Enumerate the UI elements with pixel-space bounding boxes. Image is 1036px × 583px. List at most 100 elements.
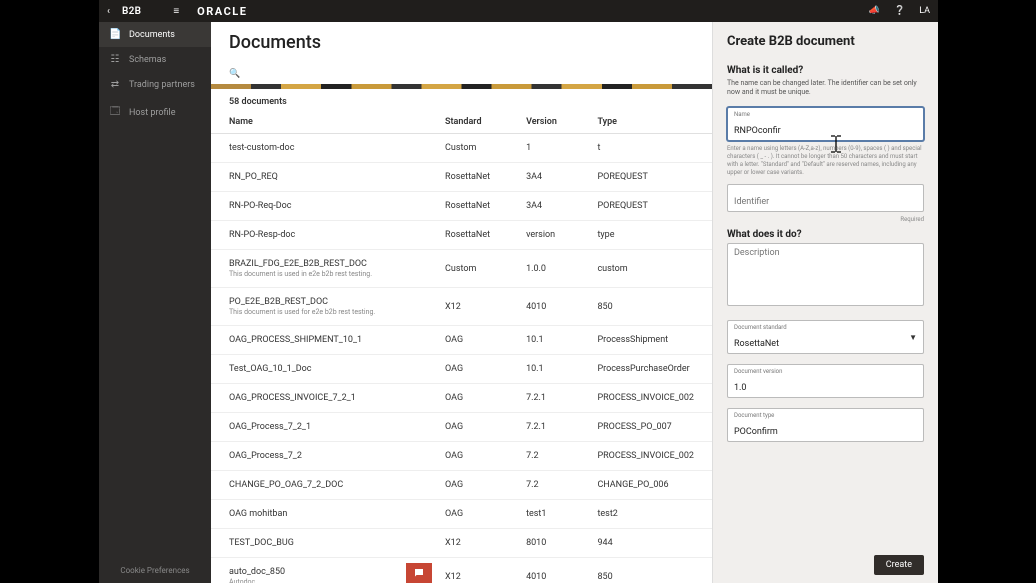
table-row[interactable]: RN-PO-Req-DocRosettaNet3A4POREQUEST: [211, 192, 712, 221]
search-icon[interactable]: 🔍: [229, 69, 240, 79]
std-input[interactable]: [734, 339, 905, 349]
table-cell: OAG: [427, 500, 508, 529]
sidebar-item-schemas[interactable]: ☷Schemas: [99, 47, 211, 72]
ver-label: Document version: [734, 369, 917, 375]
sidebar-label: Host profile: [129, 108, 175, 118]
documents-table: Name Standard Version Type test-custom-d…: [211, 111, 712, 583]
panel-title: Create B2B document: [727, 34, 924, 49]
table-row[interactable]: OAG_PROCESS_SHIPMENT_10_1OAG10.1ProcessS…: [211, 326, 712, 355]
sidebar-label: Trading partners: [129, 80, 195, 90]
table-cell: custom: [579, 250, 712, 288]
back-button[interactable]: ‹: [107, 6, 110, 17]
document-type-field[interactable]: Document type: [727, 408, 924, 442]
sidebar-item-documents[interactable]: 📄Documents: [99, 22, 211, 47]
table-cell: 7.2.1: [508, 384, 579, 413]
table-cell: 3A4: [508, 192, 579, 221]
col-header-name[interactable]: Name: [211, 111, 427, 134]
sidebar-label: Schemas: [129, 55, 166, 65]
table-row[interactable]: PO_E2E_B2B_REST_DOCThis document is used…: [211, 288, 712, 326]
table-row[interactable]: CHANGE_PO_OAG_7_2_DOCOAG7.2CHANGE_PO_006: [211, 471, 712, 500]
document-standard-field[interactable]: Document standard ▼: [727, 320, 924, 354]
table-cell: Custom: [427, 250, 508, 288]
table-cell: POREQUEST: [579, 163, 712, 192]
table-cell: OAG_PROCESS_INVOICE_7_2_1: [211, 384, 427, 413]
table-cell: BRAZIL_FDG_E2E_B2B_REST_DOCThis document…: [211, 250, 427, 288]
user-avatar[interactable]: LA: [919, 6, 930, 16]
table-cell: 10.1: [508, 326, 579, 355]
table-cell: 7.2.1: [508, 413, 579, 442]
col-header-type[interactable]: Type: [579, 111, 712, 134]
table-cell: test2: [579, 500, 712, 529]
table-row[interactable]: OAG_PROCESS_INVOICE_7_2_1OAG7.2.1PROCESS…: [211, 384, 712, 413]
table-cell: type: [579, 221, 712, 250]
name-help-text: Enter a name using letters (A-Z,a-z), nu…: [727, 145, 924, 176]
table-cell: ProcessShipment: [579, 326, 712, 355]
table-row[interactable]: BRAZIL_FDG_E2E_B2B_REST_DOCThis document…: [211, 250, 712, 288]
chat-button[interactable]: [406, 563, 432, 583]
table-cell: X12: [427, 529, 508, 558]
chevron-down-icon[interactable]: ▼: [909, 333, 917, 342]
section-name-title: What is it called?: [727, 65, 924, 76]
table-row[interactable]: OAG_Process_7_2OAG7.2PROCESS_INVOICE_002: [211, 442, 712, 471]
page-title: Documents: [229, 32, 694, 53]
section-name-desc: The name can be changed later. The ident…: [727, 79, 924, 97]
identifier-field[interactable]: [727, 184, 924, 212]
table-row[interactable]: Test_OAG_10_1_DocOAG10.1ProcessPurchaseO…: [211, 355, 712, 384]
main-content: Documents 🔍 58 documents Name Standard V…: [211, 22, 712, 583]
create-button[interactable]: Create: [874, 555, 924, 575]
table-row[interactable]: OAG_Process_7_2_1OAG7.2.1PROCESS_PO_007: [211, 413, 712, 442]
table-row[interactable]: test-custom-docCustom1t: [211, 134, 712, 163]
table-row[interactable]: RN_PO_REQRosettaNet3A4POREQUEST: [211, 163, 712, 192]
table-cell: PROCESS_INVOICE_002: [579, 384, 712, 413]
table-cell: OAG_PROCESS_SHIPMENT_10_1: [211, 326, 427, 355]
sidebar-label: Documents: [129, 30, 175, 40]
table-cell: ProcessPurchaseOrder: [579, 355, 712, 384]
table-cell: OAG: [427, 384, 508, 413]
name-input[interactable]: [734, 126, 917, 136]
table-cell: POREQUEST: [579, 192, 712, 221]
cookie-preferences[interactable]: Cookie Preferences: [99, 558, 211, 583]
table-row[interactable]: auto_doc_850AutodocX124010850: [211, 558, 712, 583]
type-input[interactable]: [734, 427, 917, 437]
col-header-standard[interactable]: Standard: [427, 111, 508, 134]
ver-input[interactable]: [734, 383, 917, 393]
table-cell: OAG_Process_7_2_1: [211, 413, 427, 442]
sidebar-icon: ⇄: [109, 79, 121, 90]
table-cell: version: [508, 221, 579, 250]
table-row[interactable]: OAG mohitbanOAGtest1test2: [211, 500, 712, 529]
create-document-panel: Create B2B document What is it called? T…: [712, 22, 938, 583]
description-input[interactable]: [734, 248, 917, 298]
table-cell: 8010: [508, 529, 579, 558]
table-cell: RN_PO_REQ: [211, 163, 427, 192]
type-label: Document type: [734, 413, 917, 419]
table-cell: 7.2: [508, 471, 579, 500]
description-field[interactable]: [727, 243, 924, 306]
table-cell: 4010: [508, 558, 579, 583]
table-cell: OAG mohitban: [211, 500, 427, 529]
table-row[interactable]: RN-PO-Resp-docRosettaNetversiontype: [211, 221, 712, 250]
document-version-field[interactable]: Document version: [727, 364, 924, 398]
sidebar: 📄Documents☷Schemas ⇄ Trading partners 🗔Host…: [99, 22, 211, 583]
top-bar: ‹ B2B ≡ ORACLE 📣 ❔ LA: [99, 0, 938, 22]
sidebar-item-host-profile[interactable]: 🗔Host profile: [99, 97, 211, 128]
identifier-input[interactable]: [734, 197, 917, 207]
table-cell: 944: [579, 529, 712, 558]
table-cell: 3A4: [508, 163, 579, 192]
menu-icon[interactable]: ≡: [173, 6, 179, 17]
table-cell: PROCESS_PO_007: [579, 413, 712, 442]
table-cell: RosettaNet: [427, 163, 508, 192]
table-cell: 1: [508, 134, 579, 163]
sidebar-item-trading-partners[interactable]: ⇄ Trading partners: [99, 72, 211, 97]
name-field[interactable]: Name: [727, 107, 924, 141]
help-icon[interactable]: ❔: [894, 6, 905, 16]
table-cell: OAG: [427, 326, 508, 355]
app-name: B2B: [122, 6, 141, 17]
table-row[interactable]: TEST_DOC_BUGX128010944: [211, 529, 712, 558]
table-cell: Custom: [427, 134, 508, 163]
table-cell: 850: [579, 558, 712, 583]
document-count: 58 documents: [211, 89, 712, 111]
col-header-version[interactable]: Version: [508, 111, 579, 134]
table-cell: PROCESS_INVOICE_002: [579, 442, 712, 471]
announcements-icon[interactable]: 📣: [869, 6, 880, 16]
table-cell: test-custom-doc: [211, 134, 427, 163]
